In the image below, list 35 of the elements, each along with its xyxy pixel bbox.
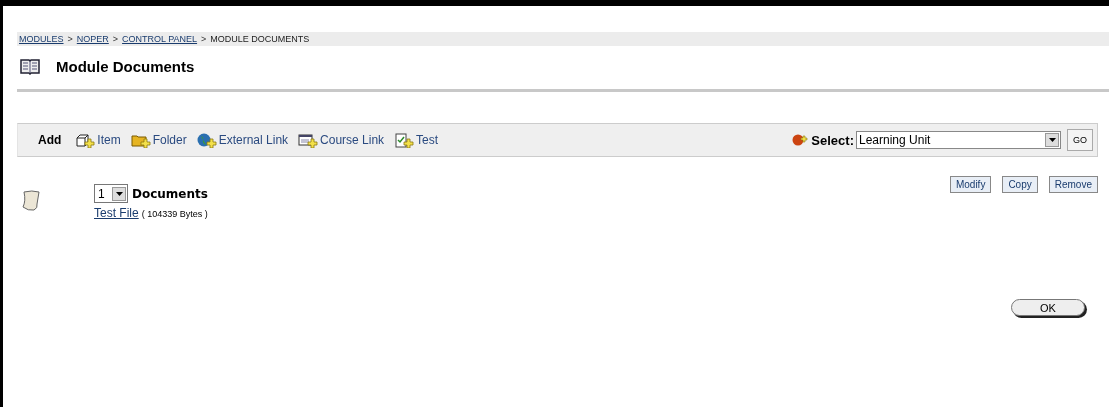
file-link[interactable]: Test File (94, 206, 139, 220)
breadcrumb-link[interactable]: MODULES (19, 34, 64, 44)
add-link[interactable]: External Link (218, 133, 289, 147)
folder-plus-icon (130, 132, 151, 148)
action-button[interactable]: Copy (1002, 176, 1038, 193)
add-label: Add (38, 133, 62, 147)
order-dropdown[interactable]: 1 (94, 184, 128, 203)
breadcrumb-link[interactable]: NOPER (76, 34, 109, 44)
go-button[interactable]: GO (1067, 129, 1093, 151)
globe-plus-icon (196, 132, 217, 148)
caret-icon (1048, 138, 1056, 142)
add-link[interactable]: Folder (152, 133, 187, 147)
checklist-plus-icon (394, 132, 415, 148)
action-button[interactable]: Remove (1048, 176, 1098, 193)
file-size: ( 104339 Bytes ) (141, 209, 208, 219)
breadcrumb-separator: > (67, 34, 73, 44)
add-link[interactable]: Course Link (320, 133, 385, 147)
section-heading: Documents (132, 186, 208, 201)
breadcrumb-link[interactable]: CONTROL PANEL (122, 34, 198, 44)
ball-plus-icon (792, 133, 809, 147)
paper-icon (22, 189, 42, 211)
select-label: Select: (811, 132, 854, 148)
action-button[interactable]: Modify (949, 176, 992, 193)
breadcrumb-separator: > (201, 34, 207, 44)
page-title: Module Documents (56, 57, 195, 75)
breadcrumb-current: MODULE DOCUMENTS (210, 34, 310, 44)
ok-button[interactable]: OK (1011, 299, 1085, 316)
add-link[interactable]: Test (416, 133, 439, 147)
window-plus-icon (298, 132, 319, 148)
add-link[interactable]: Item (97, 133, 121, 147)
select-dropdown[interactable]: Learning Unit (856, 131, 1061, 149)
box-plus-icon (75, 132, 96, 148)
caret-icon (115, 191, 123, 196)
book-icon (20, 57, 40, 75)
breadcrumb-separator: > (112, 34, 119, 44)
